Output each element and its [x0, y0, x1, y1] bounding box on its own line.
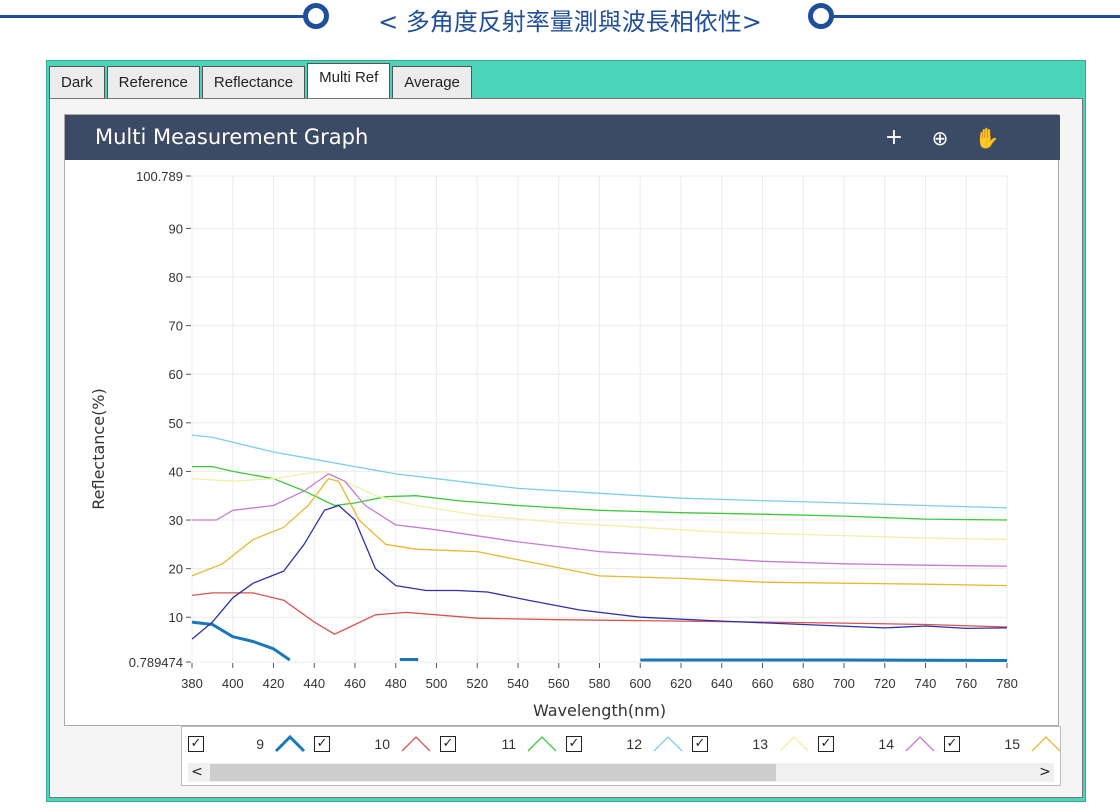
- tab-reflectance[interactable]: Reflectance: [201, 66, 306, 99]
- legend-checkbox-12[interactable]: ✓: [566, 736, 582, 752]
- series-line-9: [640, 658, 1008, 662]
- tab-reference[interactable]: Reference: [106, 66, 200, 99]
- scroll-thumb[interactable]: [210, 764, 776, 781]
- series-line-9: [191, 620, 291, 662]
- tab-bar: Dark Reference Reflectance Multi Ref Ave…: [49, 63, 474, 99]
- legend-checkbox-15[interactable]: ✓: [944, 736, 960, 752]
- zoom-icon[interactable]: ⊕: [926, 124, 954, 152]
- legend-swatch-11: [527, 736, 557, 752]
- y-tick-label: 70: [169, 319, 183, 334]
- y-tick-label: 10: [169, 610, 183, 625]
- x-tick-label: 560: [548, 676, 570, 691]
- x-tick-label: 400: [222, 676, 244, 691]
- legend-label-15: 15: [1004, 736, 1020, 752]
- legend-swatch-9: [274, 734, 306, 753]
- header-rule-right: [832, 15, 1120, 18]
- y-tick-label: 50: [169, 416, 183, 431]
- legend-label-14: 14: [878, 736, 894, 752]
- y-tick-label: 100.789: [136, 169, 183, 184]
- header-rule-left: [0, 15, 306, 18]
- crosshair-icon[interactable]: +: [880, 124, 908, 152]
- legend-swatch-14: [905, 736, 935, 752]
- graph-title: Multi Measurement Graph: [95, 125, 369, 149]
- x-tick-label: 600: [629, 676, 651, 691]
- x-tick-label: 760: [955, 676, 977, 691]
- legend-checkbox-13[interactable]: ✓: [692, 736, 708, 752]
- x-tick-label: 640: [711, 676, 733, 691]
- pan-hand-icon[interactable]: ✋: [973, 124, 1001, 152]
- y-tick-label: 30: [169, 513, 183, 528]
- y-tick-label: 60: [169, 367, 183, 382]
- legend-label-13: 13: [752, 736, 768, 752]
- graph-card: Multi Measurement Graph + ⊕ ✋ 0.789474 10…: [64, 114, 1060, 726]
- legend-swatch-12: [653, 736, 683, 752]
- legend-label-10: 10: [374, 736, 390, 752]
- tab-dark[interactable]: Dark: [49, 66, 105, 99]
- reflectance-chart[interactable]: 0.789474 10 20 30 40 50 60 70 80 90 100.789 380 400 4…: [65, 160, 1058, 725]
- y-tick-label: 40: [169, 464, 183, 479]
- y-tick-label: 0.789474: [129, 655, 183, 670]
- x-tick-label: 420: [263, 676, 285, 691]
- x-tick-label: 440: [303, 676, 325, 691]
- legend-checkbox-14[interactable]: ✓: [818, 736, 834, 752]
- legend-checkbox-10[interactable]: ✓: [314, 736, 330, 752]
- legend-checkbox-11[interactable]: ✓: [440, 736, 456, 752]
- x-tick-label: 700: [833, 676, 855, 691]
- legend-label-9: 9: [256, 736, 264, 752]
- y-tick-label: 20: [169, 562, 183, 577]
- scroll-left-arrow[interactable]: <: [188, 763, 206, 782]
- x-tick-label: 380: [181, 676, 203, 691]
- tab-average[interactable]: Average: [392, 66, 472, 99]
- page-title: < 多角度反射率量測與波長相依性>: [378, 8, 762, 36]
- x-tick-label: 680: [792, 676, 814, 691]
- x-tick-label: 500: [426, 676, 448, 691]
- header-ring-left: [303, 3, 329, 29]
- x-tick-label: 660: [752, 676, 774, 691]
- tab-panel: Multi Measurement Graph + ⊕ ✋ 0.789474 10…: [49, 98, 1083, 798]
- tab-multi-ref[interactable]: Multi Ref: [307, 63, 391, 99]
- x-tick-label: 780: [996, 676, 1018, 691]
- legend-label-12: 12: [626, 736, 642, 752]
- app-frame: Dark Reference Reflectance Multi Ref Ave…: [46, 60, 1086, 802]
- legend-panel: ✓ 9 ✓ 10 ✓ 11 ✓ 12 ✓ 13 ✓ 14 ✓ 15 < >: [181, 726, 1061, 786]
- x-tick-label: 580: [589, 676, 611, 691]
- scroll-right-arrow[interactable]: >: [1036, 763, 1054, 782]
- x-tick-label: 720: [874, 676, 896, 691]
- legend-row: ✓ 9 ✓ 10 ✓ 11 ✓ 12 ✓ 13 ✓ 14 ✓ 15: [188, 731, 1070, 757]
- x-axis-label: Wavelength(nm): [533, 701, 666, 720]
- header-ring-right: [808, 3, 834, 29]
- graph-header: Multi Measurement Graph + ⊕ ✋: [65, 115, 1060, 160]
- x-tick-label: 540: [507, 676, 529, 691]
- legend-swatch-15: [1031, 736, 1061, 752]
- legend-checkbox-9[interactable]: ✓: [188, 736, 204, 752]
- x-tick-label: 740: [915, 676, 937, 691]
- legend-label-11: 11: [501, 736, 516, 752]
- legend-swatch-13: [779, 736, 809, 752]
- x-tick-label: 460: [344, 676, 366, 691]
- y-axis-label: Reflectance(%): [89, 388, 108, 510]
- legend-swatch-10: [401, 736, 431, 752]
- y-tick-label: 80: [169, 270, 183, 285]
- legend-scrollbar[interactable]: < >: [188, 763, 1054, 782]
- x-tick-label: 480: [385, 676, 407, 691]
- y-tick-label: 90: [169, 221, 183, 236]
- x-tick-label: 520: [466, 676, 488, 691]
- x-tick-label: 620: [670, 676, 692, 691]
- page-header: < 多角度反射率量測與波長相依性>: [0, 0, 1120, 46]
